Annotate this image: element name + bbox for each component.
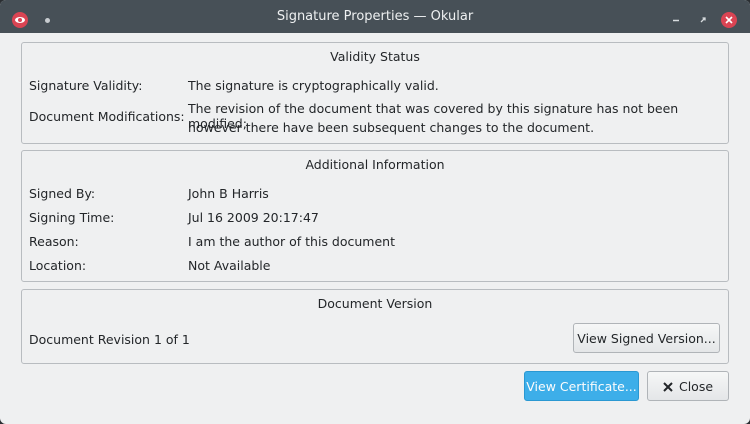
signing-time-label: Signing Time: bbox=[29, 210, 115, 225]
signing-time-value: Jul 16 2009 20:17:47 bbox=[188, 210, 319, 225]
validity-status-group: Validity Status Signature Validity: The … bbox=[21, 42, 729, 144]
document-version-group: Document Version Document Revision 1 of … bbox=[21, 289, 729, 364]
window-title: Signature Properties — Okular bbox=[276, 9, 474, 24]
document-modifications-value-line2: however there have been subsequent chang… bbox=[188, 120, 595, 135]
signed-by-value: John B Harris bbox=[188, 186, 269, 201]
close-window-icon[interactable] bbox=[721, 12, 737, 28]
document-revision-text: Document Revision 1 of 1 bbox=[29, 332, 190, 347]
signature-validity-label: Signature Validity: bbox=[29, 78, 143, 93]
validity-status-heading: Validity Status bbox=[330, 49, 420, 64]
reason-value: I am the author of this document bbox=[188, 234, 395, 249]
title-bar: Signature Properties — Okular bbox=[0, 0, 750, 33]
view-certificate-button[interactable]: View Certificate... bbox=[524, 371, 639, 401]
signature-properties-dialog: Signature Properties — Okular Validity S… bbox=[0, 0, 750, 424]
minimize-icon[interactable] bbox=[668, 12, 684, 28]
location-value: Not Available bbox=[188, 258, 271, 273]
signature-validity-value: The signature is cryptographically valid… bbox=[188, 78, 439, 93]
location-label: Location: bbox=[29, 258, 87, 273]
additional-information-heading: Additional Information bbox=[305, 157, 445, 172]
view-signed-version-button[interactable]: View Signed Version... bbox=[573, 323, 720, 353]
reason-label: Reason: bbox=[29, 234, 79, 249]
document-modifications-label: Document Modifications: bbox=[29, 109, 185, 124]
close-button-label: Close bbox=[678, 379, 714, 394]
additional-information-group: Additional Information Signed By: John B… bbox=[21, 150, 729, 282]
close-x-icon bbox=[663, 373, 673, 403]
close-button[interactable]: Close bbox=[647, 371, 729, 401]
maximize-icon[interactable] bbox=[695, 12, 711, 28]
signed-by-label: Signed By: bbox=[29, 186, 96, 201]
document-version-heading: Document Version bbox=[317, 296, 433, 311]
